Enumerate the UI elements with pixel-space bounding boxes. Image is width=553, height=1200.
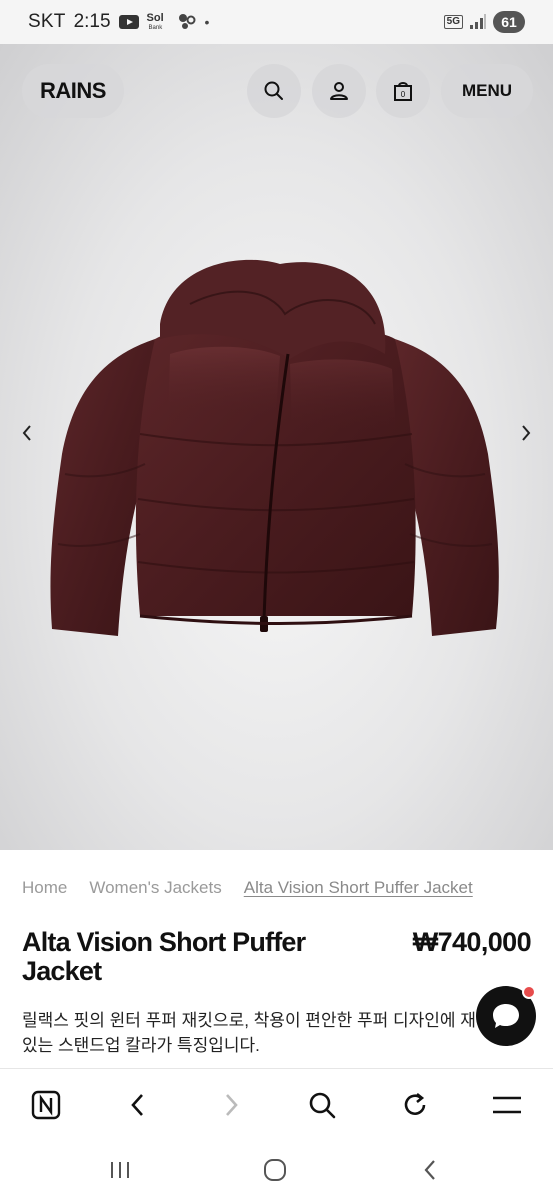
browser-search-button[interactable]	[300, 1083, 344, 1127]
search-icon	[264, 81, 283, 100]
browser-refresh-button[interactable]	[393, 1083, 437, 1127]
product-price: ₩740,000	[412, 927, 532, 957]
carrier-label: SKT	[28, 11, 66, 32]
breadcrumb: Home Women's Jackets Alta Vision Short P…	[22, 878, 542, 900]
browser-home-button[interactable]	[24, 1083, 68, 1127]
refresh-icon	[404, 1092, 426, 1115]
status-bar: SKT 2:15 Sol Bank • 5G 61	[0, 0, 553, 44]
bank-label: Sol	[146, 12, 164, 24]
search-icon	[309, 1092, 336, 1119]
account-button[interactable]	[312, 64, 366, 118]
sol-bank-icon: Sol Bank	[147, 11, 169, 33]
breadcrumb-home[interactable]: Home	[22, 878, 67, 900]
breadcrumb-womens-jackets[interactable]: Women's Jackets	[89, 878, 221, 900]
notification-dot-icon: •	[204, 14, 210, 30]
chat-bubble-icon	[493, 1004, 519, 1028]
browser-back-button[interactable]	[116, 1083, 160, 1127]
n-home-icon	[31, 1090, 61, 1120]
browser-forward-button[interactable]	[209, 1083, 253, 1127]
recents-icon	[111, 1162, 129, 1178]
breadcrumb-current[interactable]: Alta Vision Short Puffer Jacket	[244, 878, 473, 900]
system-back-button[interactable]	[410, 1150, 450, 1190]
system-navigation-bar	[0, 1138, 553, 1200]
carousel-prev-button[interactable]	[12, 418, 42, 448]
product-image	[50, 259, 499, 636]
chat-notification-badge	[522, 985, 536, 999]
bag-icon: 0	[394, 82, 412, 101]
chevron-left-icon	[22, 425, 31, 441]
back-icon	[424, 1160, 435, 1180]
product-hero: RAINS 0 MENU	[0, 44, 553, 850]
search-button[interactable]	[247, 64, 301, 118]
home-button[interactable]	[255, 1150, 295, 1190]
status-left: SKT 2:15 Sol Bank •	[28, 11, 209, 33]
menu-button[interactable]: MENU	[441, 64, 533, 118]
signal-icon	[469, 14, 487, 30]
carousel-next-button[interactable]	[511, 418, 541, 448]
status-right: 5G 61	[443, 11, 525, 33]
product-description: 릴랙스 핏의 윈터 푸퍼 재킷으로, 착용이 편안한 푸퍼 디자인에 재감 있는…	[22, 1011, 492, 1055]
bank-sub-label: Bank	[148, 25, 163, 31]
pinwheel-icon	[177, 12, 197, 32]
browser-menu-button[interactable]	[485, 1083, 529, 1127]
screen: SKT 2:15 Sol Bank • 5G 61 RAINS 0 MENU H…	[0, 0, 553, 1200]
home-icon	[264, 1159, 286, 1181]
account-icon	[330, 82, 348, 100]
rains-logo[interactable]: RAINS	[22, 64, 124, 118]
recents-button[interactable]	[100, 1150, 140, 1190]
bag-button[interactable]: 0	[376, 64, 430, 118]
back-icon	[131, 1094, 143, 1116]
battery-indicator: 61	[493, 11, 525, 33]
svg-text:0: 0	[401, 90, 406, 99]
site-header: RAINS 0 MENU	[0, 64, 553, 118]
youtube-icon	[118, 15, 139, 29]
chevron-right-icon	[522, 425, 531, 441]
browser-toolbar	[0, 1068, 553, 1138]
network-type: 5G	[443, 15, 463, 29]
product-title: Alta Vision Short Puffer Jacket	[22, 927, 306, 986]
forward-icon	[226, 1094, 238, 1116]
clock: 2:15	[73, 11, 111, 32]
menu-icon	[493, 1096, 521, 1114]
